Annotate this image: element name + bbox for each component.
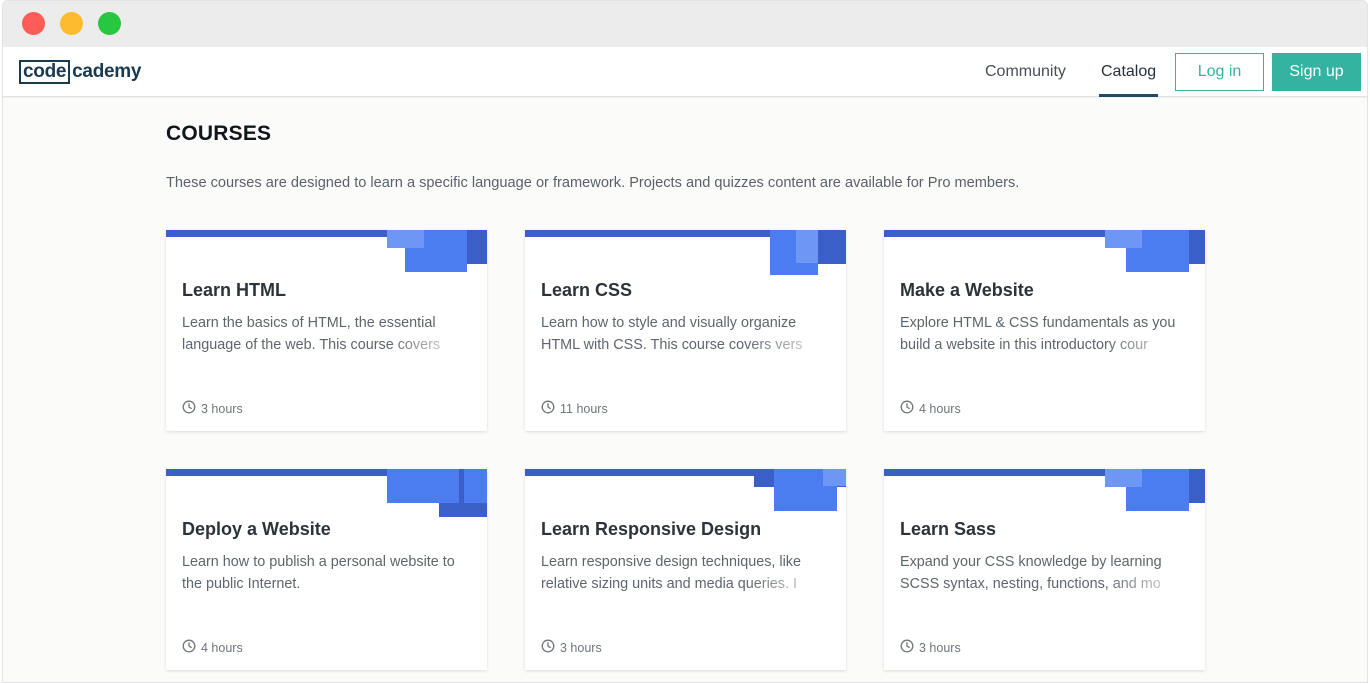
course-description: Expand your CSS knowledge by learning SC…	[900, 551, 1195, 597]
clock-icon	[900, 400, 919, 417]
logo-rest-text: cademy	[72, 61, 142, 82]
course-duration: 11 hours	[541, 400, 608, 417]
course-duration-label: 3 hours	[560, 640, 602, 655]
course-duration-label: 3 hours	[201, 401, 243, 416]
zoom-window-button[interactable]	[98, 12, 121, 35]
clock-icon	[182, 639, 201, 656]
course-card[interactable]: Deploy a Website Learn how to publish a p…	[166, 469, 487, 670]
card-decoration-graphic	[387, 230, 487, 272]
clock-icon	[541, 639, 560, 656]
course-description: Explore HTML & CSS fundamentals as you b…	[900, 312, 1195, 358]
top-navbar: code cademy Community Catalog Log in Sig…	[3, 47, 1367, 97]
card-decoration-graphic	[746, 230, 846, 275]
course-duration-label: 4 hours	[201, 640, 243, 655]
course-duration: 4 hours	[900, 400, 961, 417]
course-description: Learn responsive design techniques, like…	[541, 551, 836, 597]
course-card[interactable]: Learn CSS Learn how to style and visually…	[525, 230, 846, 431]
active-tab-indicator	[1099, 94, 1159, 97]
course-description: Learn the basics of HTML, the essential …	[182, 312, 477, 358]
card-decoration-graphic	[746, 469, 846, 511]
card-decoration-graphic	[387, 469, 487, 517]
course-title: Deploy a Website	[182, 519, 331, 539]
nav-catalog-label: Catalog	[1101, 63, 1157, 80]
close-window-button[interactable]	[22, 12, 45, 35]
course-title: Learn CSS	[541, 280, 633, 300]
course-description: Learn how to publish a personal website …	[182, 551, 477, 597]
course-duration: 3 hours	[182, 400, 243, 417]
catalog-content: COURSES These courses are designed to le…	[3, 98, 1367, 682]
course-title: Learn Responsive Design	[541, 519, 762, 539]
card-decoration-graphic	[1105, 469, 1205, 511]
course-card[interactable]: Make a Website Explore HTML & CSS fundame…	[884, 230, 1205, 431]
page-intro: These courses are designed to learn a sp…	[166, 175, 1020, 191]
course-title: Learn HTML	[182, 280, 287, 300]
browser-window: code cademy Community Catalog Log in Sig…	[2, 0, 1368, 683]
clock-icon	[182, 400, 201, 417]
nav-catalog-link[interactable]: Catalog	[1099, 47, 1159, 97]
nav-community-link[interactable]: Community	[985, 47, 1066, 97]
clock-icon	[900, 639, 919, 656]
clock-icon	[541, 400, 560, 417]
course-card[interactable]: Learn Responsive Design Learn responsive …	[525, 469, 846, 670]
signup-button[interactable]: Sign up	[1272, 53, 1361, 91]
course-duration: 4 hours	[182, 639, 243, 656]
course-card[interactable]: Learn HTML Learn the basics of HTML, the …	[166, 230, 487, 431]
course-duration: 3 hours	[900, 639, 961, 656]
course-duration-label: 3 hours	[919, 640, 961, 655]
login-button[interactable]: Log in	[1175, 53, 1264, 91]
logo-boxed-text: code	[19, 60, 71, 84]
codecademy-logo[interactable]: code cademy	[19, 60, 141, 84]
course-card[interactable]: Learn Sass Expand your CSS knowledge by l…	[884, 469, 1205, 670]
course-description: Learn how to style and visually organize…	[541, 312, 836, 358]
course-duration: 3 hours	[541, 639, 602, 656]
minimize-window-button[interactable]	[60, 12, 83, 35]
course-title: Make a Website	[900, 280, 1034, 300]
page-title: COURSES	[166, 122, 272, 145]
course-title: Learn Sass	[900, 519, 997, 539]
course-duration-label: 4 hours	[919, 401, 961, 416]
window-titlebar	[3, 1, 1367, 47]
course-duration-label: 11 hours	[560, 401, 608, 416]
card-decoration-graphic	[1105, 230, 1205, 272]
